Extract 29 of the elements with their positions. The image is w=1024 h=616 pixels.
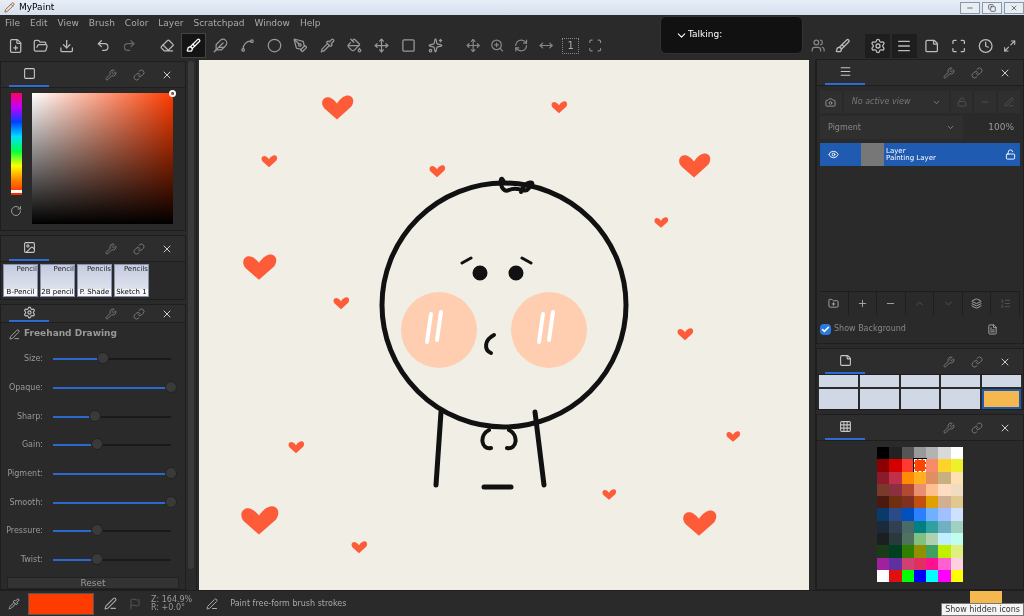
menu-item[interactable]: Brush	[83, 16, 120, 31]
slider-label: Smooth:	[8, 496, 43, 509]
menu-item[interactable]: Window	[249, 16, 295, 31]
menu-item[interactable]: File	[0, 16, 26, 31]
window-title: MyPaint	[19, 0, 55, 14]
slider-label: Gain:	[20, 439, 43, 452]
rotation-readout: R: +0.0°	[151, 603, 186, 612]
opacity-value[interactable]: 100%	[965, 120, 1020, 135]
slider-label: Pigment:	[6, 467, 43, 480]
status-message: Paint free-form brush strokes	[230, 597, 347, 610]
tooltip: Show hidden icons	[941, 603, 1024, 616]
menu-item[interactable]: View	[52, 16, 84, 31]
menu-item[interactable]: Help	[294, 16, 326, 31]
blend-mode-dropdown[interactable]: Pigment	[820, 116, 963, 139]
slider-label: Twist:	[19, 553, 43, 566]
reset-button[interactable]: Reset	[7, 577, 179, 589]
menu-item[interactable]: Scratchpad	[188, 16, 250, 31]
menu-item[interactable]: Color	[119, 16, 154, 31]
notification-text: Talking:	[688, 28, 723, 42]
slider-label: Sharp:	[15, 410, 43, 423]
zoom-readout: Z: 164.9%	[151, 595, 193, 604]
slider-label: Size:	[22, 353, 43, 366]
reset-zoom-button[interactable]: 1	[561, 37, 580, 54]
slider-label: Pressure:	[5, 525, 43, 538]
menu-item[interactable]: Edit	[25, 16, 53, 31]
menu-item[interactable]: Layer	[153, 16, 189, 31]
slider-label: Opaque:	[7, 381, 43, 394]
show-background-label: Show Background	[834, 323, 906, 335]
brush-name: Freehand Drawing	[24, 327, 117, 341]
